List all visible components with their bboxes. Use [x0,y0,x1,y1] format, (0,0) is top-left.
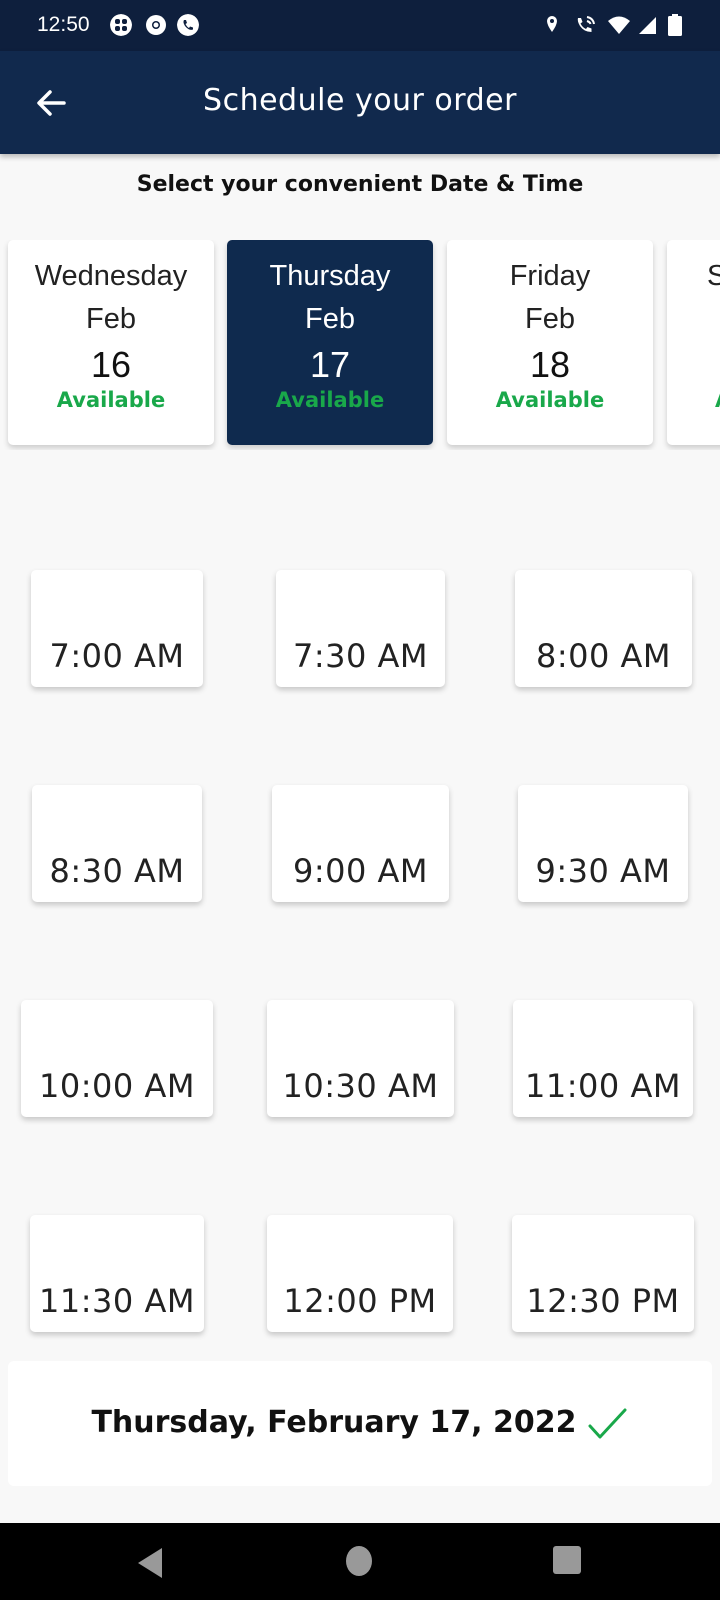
time-slot[interactable]: 9:00 AM [272,785,449,902]
time-slot[interactable]: 12:30 PM [512,1215,694,1332]
availability-status: A [667,388,720,412]
system-nav-bar [0,1523,720,1600]
time-slot[interactable]: 10:00 AM [21,1000,213,1117]
time-slot[interactable]: 9:30 AM [518,785,688,902]
chrome-icon [146,15,166,35]
date-month: Feb [305,303,355,335]
time-slot[interactable]: 8:00 AM [515,570,692,687]
grid-app-icon [110,14,132,36]
time-slot-label: 12:30 PM [526,1282,680,1320]
date-card-partial[interactable]: S A [667,240,720,445]
time-slot-label: 7:30 AM [292,637,429,675]
summary-line: Thursday, February 17, 2022 [8,1405,712,1442]
availability-status: Available [495,388,605,412]
time-slot-label: 10:30 AM [282,1067,439,1105]
selected-date-summary: Thursday, February 17, 2022 [8,1361,712,1486]
signal-icon [639,17,656,34]
recents-nav-icon[interactable] [553,1546,581,1574]
section-subtitle: Select your convenient Date & Time [136,172,584,197]
time-slot-label: 12:00 PM [283,1282,437,1320]
time-slot[interactable]: 8:30 AM [32,785,202,902]
time-slot-label: 8:30 AM [49,852,185,890]
date-card[interactable]: Wednesday Feb 16 Available [8,240,214,445]
phone-app-icon [177,14,199,36]
time-slot[interactable]: 7:30 AM [276,570,445,687]
date-month: Feb [86,303,136,335]
back-nav-icon[interactable] [136,1547,164,1579]
time-slot[interactable]: 11:00 AM [513,1000,693,1117]
time-slot[interactable]: 10:30 AM [267,1000,454,1117]
date-month [667,303,720,336]
time-slot-label: 10:00 AM [39,1067,195,1105]
date-number [667,344,720,386]
availability-status: Available [275,388,385,412]
time-slot-label: 9:30 AM [535,852,671,890]
date-day: Thursday [269,260,391,292]
location-icon [547,16,557,32]
battery-icon [668,14,682,36]
time-slot[interactable]: 12:00 PM [267,1215,453,1332]
date-selector[interactable]: Wednesday Feb 16 Available Thursday Feb … [0,240,720,450]
time-slot-label: 7:00 AM [49,637,185,675]
page-title: Schedule your order [203,83,517,118]
date-card-selected[interactable]: Thursday Feb 17 Available [227,240,433,445]
status-bar: 12:50 [0,0,720,51]
selected-date-text: Thursday, February 17, 2022 [91,1405,577,1440]
date-card[interactable]: Friday Feb 18 Available [447,240,653,445]
availability-status: Available [56,388,166,412]
date-day: S [707,260,720,292]
time-slot-label: 8:00 AM [535,637,672,675]
date-month: Feb [525,303,575,335]
time-slot-label: 11:00 AM [525,1067,681,1105]
date-number: 17 [309,344,351,385]
check-icon [588,1408,627,1438]
time-slot-label: 11:30 AM [39,1282,195,1320]
time-slot[interactable]: 11:30 AM [30,1215,204,1332]
date-day: Friday [509,260,591,292]
wifi-icon [608,16,630,34]
home-nav-icon[interactable] [346,1546,372,1576]
date-number: 18 [529,344,571,385]
app-bar: Schedule your order [0,51,720,154]
wifi-calling-icon [577,16,595,32]
status-time: 12:50 [37,13,90,36]
time-slot[interactable]: 7:00 AM [31,570,203,687]
time-slot-label: 9:00 AM [292,852,429,890]
date-number: 16 [90,344,132,385]
date-day: Wednesday [34,260,188,292]
